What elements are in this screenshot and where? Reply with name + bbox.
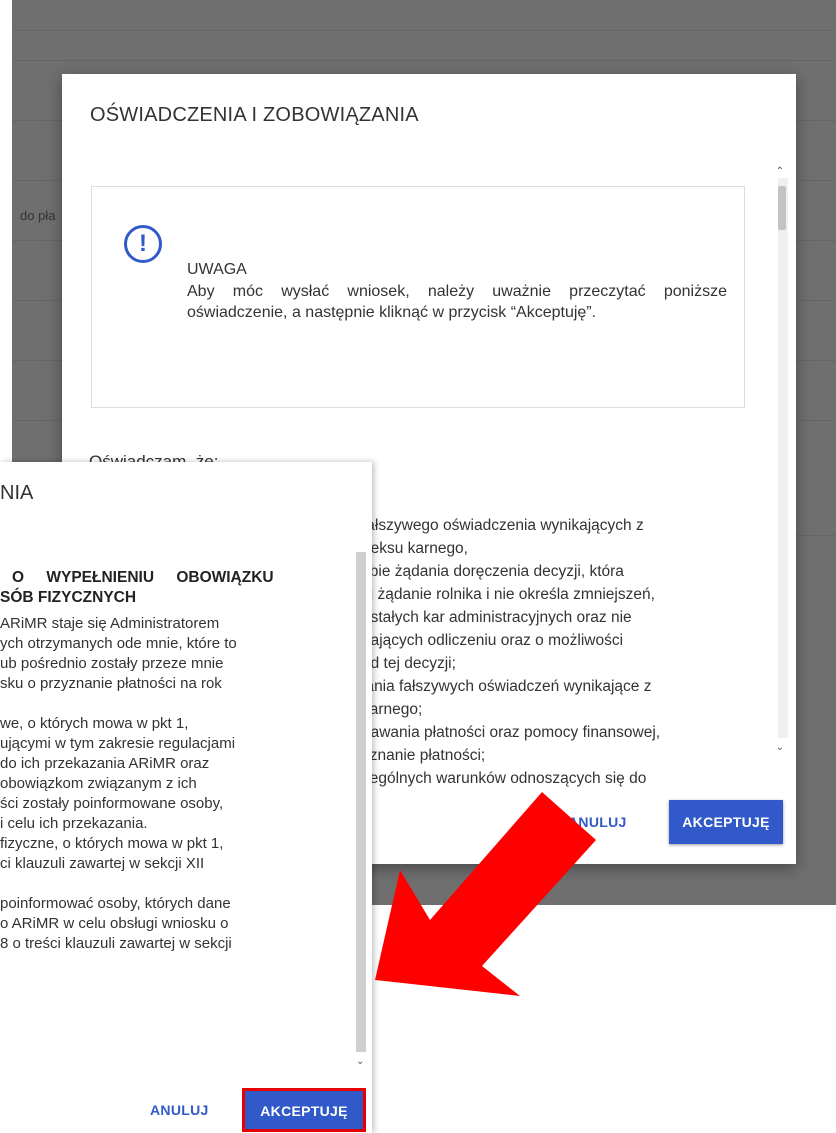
red-arrow-icon: [375, 792, 596, 996]
scroll-down-icon[interactable]: ⌄: [356, 1056, 364, 1067]
clause-line: obowiązkom związanym z ich: [0, 775, 197, 792]
clause-line: o ARiMR w celu obsługi wniosku o: [0, 915, 229, 932]
declaration-line: karnego;: [362, 701, 423, 718]
declaration-line: yznanie płatności;: [362, 747, 486, 764]
dialog-title: OŚWIADCZENIA I ZOBOWIĄZANIA: [90, 104, 419, 126]
clause-line: sku o przyznanie płatności na rok: [0, 675, 222, 692]
divider: [12, 30, 836, 31]
clause-line: ub pośrednio zostały przeze mnie: [0, 655, 224, 672]
clause-line: fizyczne, o których mowa w pkt 1,: [0, 835, 224, 852]
clause-line: ych otrzymanych ode mnie, które to: [0, 635, 237, 652]
clause-line: ującymi w tym zakresie regulacjami: [0, 735, 236, 752]
declaration-line: nawania płatności oraz pomocy finansowej…: [362, 724, 661, 741]
clause-line: do ich przekazania ARiMR oraz: [0, 755, 210, 772]
declaration-line: ybie żądania doręczenia decyzji, która: [362, 563, 624, 580]
clause-line: ści zostały poinformowane osoby,: [0, 795, 224, 812]
notice-title: UWAGA: [187, 261, 247, 278]
exclamation-circle-icon: !: [124, 225, 162, 263]
scroll-up-icon[interactable]: ⌃: [776, 166, 784, 177]
cancel-button[interactable]: ANULUJ: [150, 1102, 209, 1118]
clause-line: ARiMR staje się Administratorem: [0, 615, 220, 632]
heading-line: O WYPEŁNIENIU OBOWIĄZKU: [12, 569, 274, 586]
background-field-label: do pła: [20, 208, 56, 223]
declaration-list: fałszywego oświadczenia wynikających z d…: [362, 514, 752, 790]
clause-heading: O WYPEŁNIENIU OBOWIĄZKU SÓB FIZYCZNYCH: [0, 568, 340, 608]
clause-line: ci klauzuli zawartej w sekcji XII: [0, 855, 205, 872]
clause-line: 8 o treści klauzuli zawartej w sekcji: [0, 935, 232, 952]
heading-line: SÓB FIZYCZNYCH: [0, 589, 137, 606]
declaration-line: ci żądanie rolnika i nie określa zmniejs…: [362, 586, 655, 603]
accept-button-highlighted[interactable]: AKCEPTUJĘ: [242, 1088, 366, 1132]
notice-box: ! UWAGA Aby móc wysłać wniosek, należy u…: [91, 186, 745, 408]
declaration-line: gających odliczeniu oraz o możliwości: [362, 632, 624, 649]
declaration-line: ostałych kar administracyjnych oraz nie: [362, 609, 632, 626]
scroll-down-icon[interactable]: ⌄: [776, 742, 784, 753]
clause-line: [0, 874, 352, 894]
dialog-title: NIA: [0, 482, 34, 504]
declaration-line: deksu karnego,: [362, 540, 468, 557]
clause-body: ARiMR staje się Administratorem ych otrz…: [0, 614, 352, 954]
divider: [12, 60, 836, 61]
clause-line: poinformować osoby, których dane: [0, 895, 231, 912]
scrollbar-thumb[interactable]: [778, 186, 786, 230]
scrollbar-track[interactable]: [356, 552, 366, 1052]
accept-button[interactable]: AKCEPTUJĘ: [669, 800, 783, 844]
declaration-line: fałszywego oświadczenia wynikających z: [362, 517, 644, 534]
scrollbar-track[interactable]: [778, 178, 788, 738]
clause-line: we, o których mowa w pkt 1,: [0, 715, 189, 732]
clause-line: [0, 694, 352, 714]
clause-line: i celu ich przekazania.: [0, 815, 148, 832]
notice-text: Aby móc wysłać wniosek, należy uważnie p…: [187, 283, 727, 321]
declaration-line: lania fałszywych oświadczeń wynikające z: [362, 678, 652, 695]
gdpr-dialog: NIA O WYPEŁNIENIU OBOWIĄZKU SÓB FIZYCZNY…: [0, 462, 372, 1133]
declaration-line: od tej decyzji;: [362, 655, 456, 672]
